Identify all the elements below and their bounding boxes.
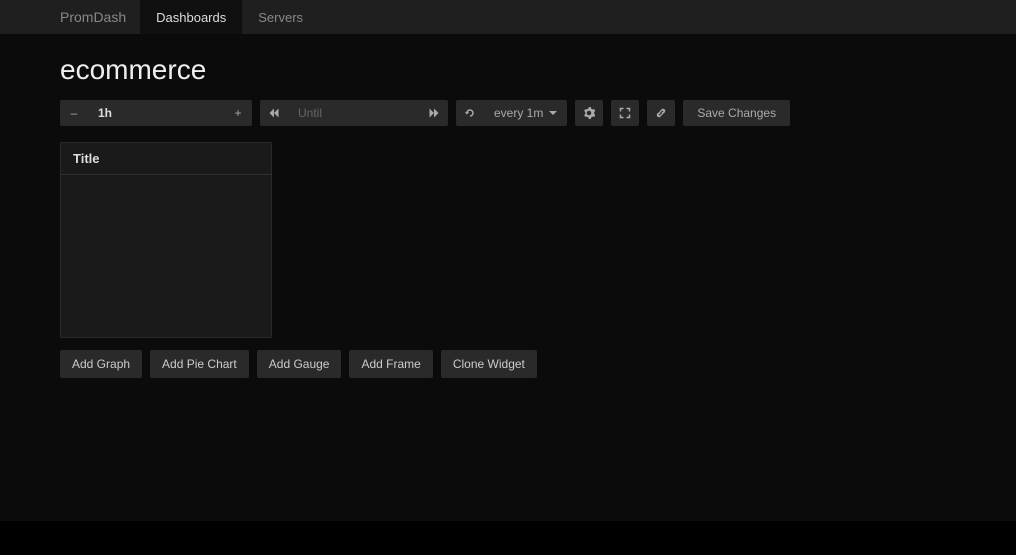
- refresh-icon: [464, 107, 476, 119]
- widget-body: [61, 175, 271, 335]
- page-content: ecommerce – 1h + Until every 1m: [0, 34, 1016, 521]
- toolbar: – 1h + Until every 1m: [60, 100, 956, 126]
- clone-widget-button[interactable]: Clone Widget: [441, 350, 537, 378]
- until-group: Until: [260, 100, 448, 126]
- range-group: – 1h +: [60, 100, 252, 126]
- until-input[interactable]: Until: [288, 100, 420, 126]
- bottom-bar: [0, 521, 1016, 555]
- widget-title: Title: [61, 143, 271, 175]
- refresh-button[interactable]: [456, 100, 484, 126]
- settings-button[interactable]: [575, 100, 603, 126]
- chevron-down-icon: [549, 111, 557, 115]
- refresh-interval-dropdown[interactable]: every 1m: [484, 100, 567, 126]
- page-title: ecommerce: [60, 54, 956, 86]
- range-decrease-button[interactable]: –: [60, 100, 88, 126]
- link-button[interactable]: [647, 100, 675, 126]
- range-input[interactable]: 1h: [88, 100, 224, 126]
- navbar: PromDash Dashboards Servers: [0, 0, 1016, 34]
- refresh-interval-label: every 1m: [494, 106, 543, 120]
- rewind-icon: [268, 107, 280, 119]
- nav-item-servers[interactable]: Servers: [242, 0, 319, 34]
- range-increase-button[interactable]: +: [224, 100, 252, 126]
- add-gauge-button[interactable]: Add Gauge: [257, 350, 342, 378]
- brand-link[interactable]: PromDash: [60, 0, 140, 34]
- fast-forward-icon: [428, 107, 440, 119]
- step-back-button[interactable]: [260, 100, 288, 126]
- nav-item-dashboards[interactable]: Dashboards: [140, 0, 242, 34]
- add-frame-button[interactable]: Add Frame: [349, 350, 432, 378]
- fullscreen-button[interactable]: [611, 100, 639, 126]
- save-button[interactable]: Save Changes: [683, 100, 790, 126]
- link-icon: [655, 107, 667, 119]
- step-forward-button[interactable]: [420, 100, 448, 126]
- fullscreen-icon: [619, 107, 631, 119]
- add-pie-chart-button[interactable]: Add Pie Chart: [150, 350, 249, 378]
- add-graph-button[interactable]: Add Graph: [60, 350, 142, 378]
- widget-actions: Add Graph Add Pie Chart Add Gauge Add Fr…: [60, 350, 956, 378]
- gear-icon: [583, 107, 595, 119]
- refresh-group: every 1m: [456, 100, 567, 126]
- widget-panel[interactable]: Title: [60, 142, 272, 338]
